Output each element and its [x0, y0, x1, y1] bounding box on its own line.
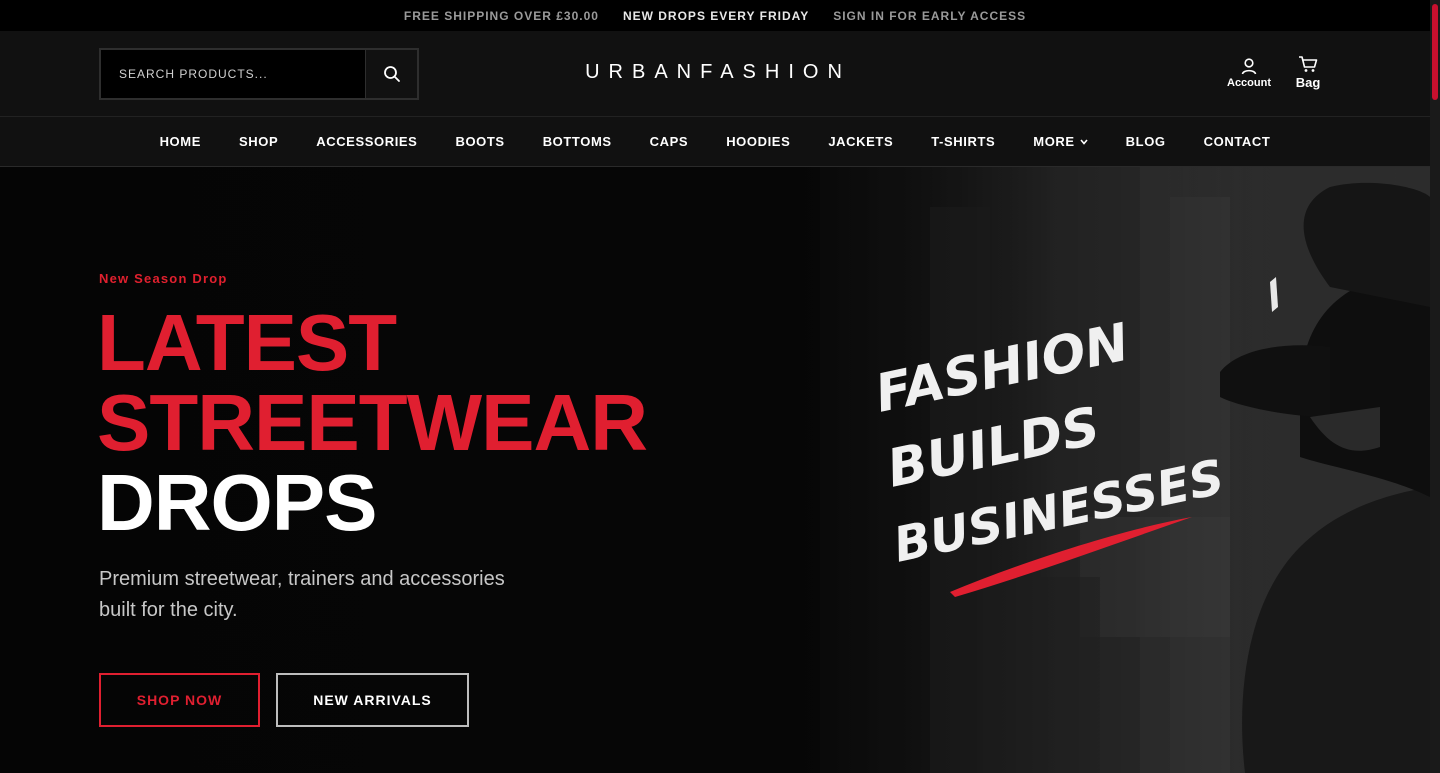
nav-more-label: MORE	[1033, 134, 1075, 149]
headline-line-2: STREETWEAR	[97, 378, 648, 467]
announcement-drops: NEW DROPS EVERY FRIDAY	[622, 8, 810, 23]
nav-shop[interactable]: SHOP	[220, 134, 297, 149]
chevron-down-icon	[1080, 138, 1088, 145]
nav-more[interactable]: MORE	[1014, 134, 1106, 149]
headline-line-3: DROPS	[97, 458, 378, 547]
nav-t-shirts[interactable]: T-SHIRTS	[912, 134, 1014, 149]
nav-boots[interactable]: BOOTS	[436, 134, 523, 149]
nav-blog[interactable]: BLOG	[1107, 134, 1185, 149]
search-button[interactable]	[365, 50, 417, 98]
nav-bottoms[interactable]: BOTTOMS	[524, 134, 631, 149]
nav-home[interactable]: HOME	[141, 134, 220, 149]
account-label: Account	[1227, 77, 1271, 89]
hero-kicker: New Season Drop	[99, 271, 228, 286]
nav-contact[interactable]: CONTACT	[1185, 134, 1290, 149]
hero-tagline-graphic: FASHION BUILDS BUSINESSES	[870, 317, 1229, 597]
announcement-signin[interactable]: SIGN IN FOR EARLY ACCESS	[833, 9, 1026, 23]
hero-subtitle: Premium streetwear, trainers and accesso…	[99, 568, 505, 621]
account-link[interactable]: Account	[1224, 57, 1274, 89]
user-icon	[1241, 58, 1257, 75]
nav-hoodies[interactable]: HOODIES	[707, 134, 809, 149]
main-nav: HOME SHOP ACCESSORIES BOOTS BOTTOMS CAPS…	[0, 117, 1430, 167]
headline-line-1: LATEST	[97, 298, 397, 387]
shop-now-button[interactable]: SHOP NOW	[99, 673, 260, 727]
hero-section: New Season Drop LATEST STREETWEAR DROPS …	[0, 167, 1430, 773]
hero-headline: LATEST STREETWEAR DROPS	[97, 298, 648, 547]
new-arrivals-button[interactable]: NEW ARRIVALS	[276, 673, 469, 727]
search-input[interactable]	[101, 50, 365, 98]
site-logo[interactable]: URBANFASHION	[579, 61, 851, 83]
site-header: URBANFASHION Account Bag	[0, 31, 1430, 117]
search-icon	[383, 66, 400, 82]
nav-jackets[interactable]: JACKETS	[809, 134, 912, 149]
nav-accessories[interactable]: ACCESSORIES	[297, 134, 436, 149]
bag-link[interactable]: Bag	[1292, 55, 1324, 90]
search-form	[99, 48, 419, 100]
nav-caps[interactable]: CAPS	[631, 134, 708, 149]
bag-label: Bag	[1295, 75, 1321, 90]
cart-icon	[1299, 56, 1318, 72]
announcement-shipping: FREE SHIPPING OVER £30.00	[403, 8, 599, 23]
announcement-bar: FREE SHIPPING OVER £30.00 NEW DROPS EVER…	[0, 0, 1430, 31]
scrollbar-thumb[interactable]	[1432, 4, 1438, 100]
scrollbar[interactable]	[1430, 0, 1440, 773]
